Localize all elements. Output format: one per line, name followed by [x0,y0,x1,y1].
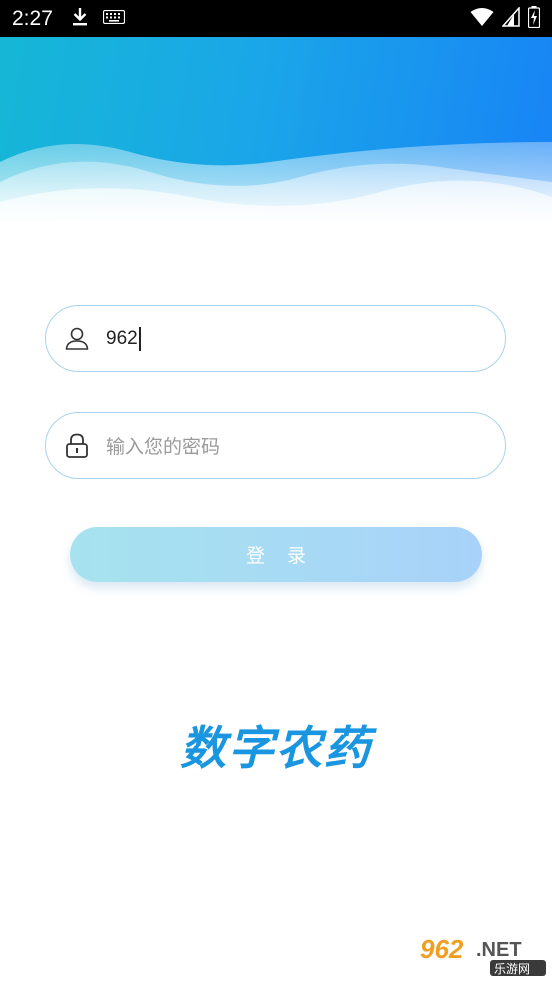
text-cursor [138,326,141,351]
lock-icon [62,431,92,461]
svg-text:乐游网: 乐游网 [494,962,530,976]
password-input[interactable]: 输入您的密码 [106,432,220,459]
svg-text:962: 962 [420,934,464,964]
svg-text:.NET: .NET [476,939,522,961]
login-button[interactable]: 登录 [70,527,482,582]
username-field[interactable]: 962 [45,305,506,372]
username-input[interactable]: 962 [106,328,138,350]
download-icon [71,7,89,31]
signal-icon [501,5,520,31]
status-time: 2:27 [12,6,53,30]
watermark-logo: 962 .NET 乐游网 [414,928,548,980]
keyboard-icon [102,9,125,28]
wifi-icon [470,7,494,31]
status-bar: 2:27 [0,0,552,37]
header-wave-banner [0,37,552,247]
app-logo-text: 数字农药 [180,721,372,775]
password-field[interactable]: 输入您的密码 [45,412,506,479]
user-icon [62,324,92,354]
battery-charging-icon [527,5,541,32]
